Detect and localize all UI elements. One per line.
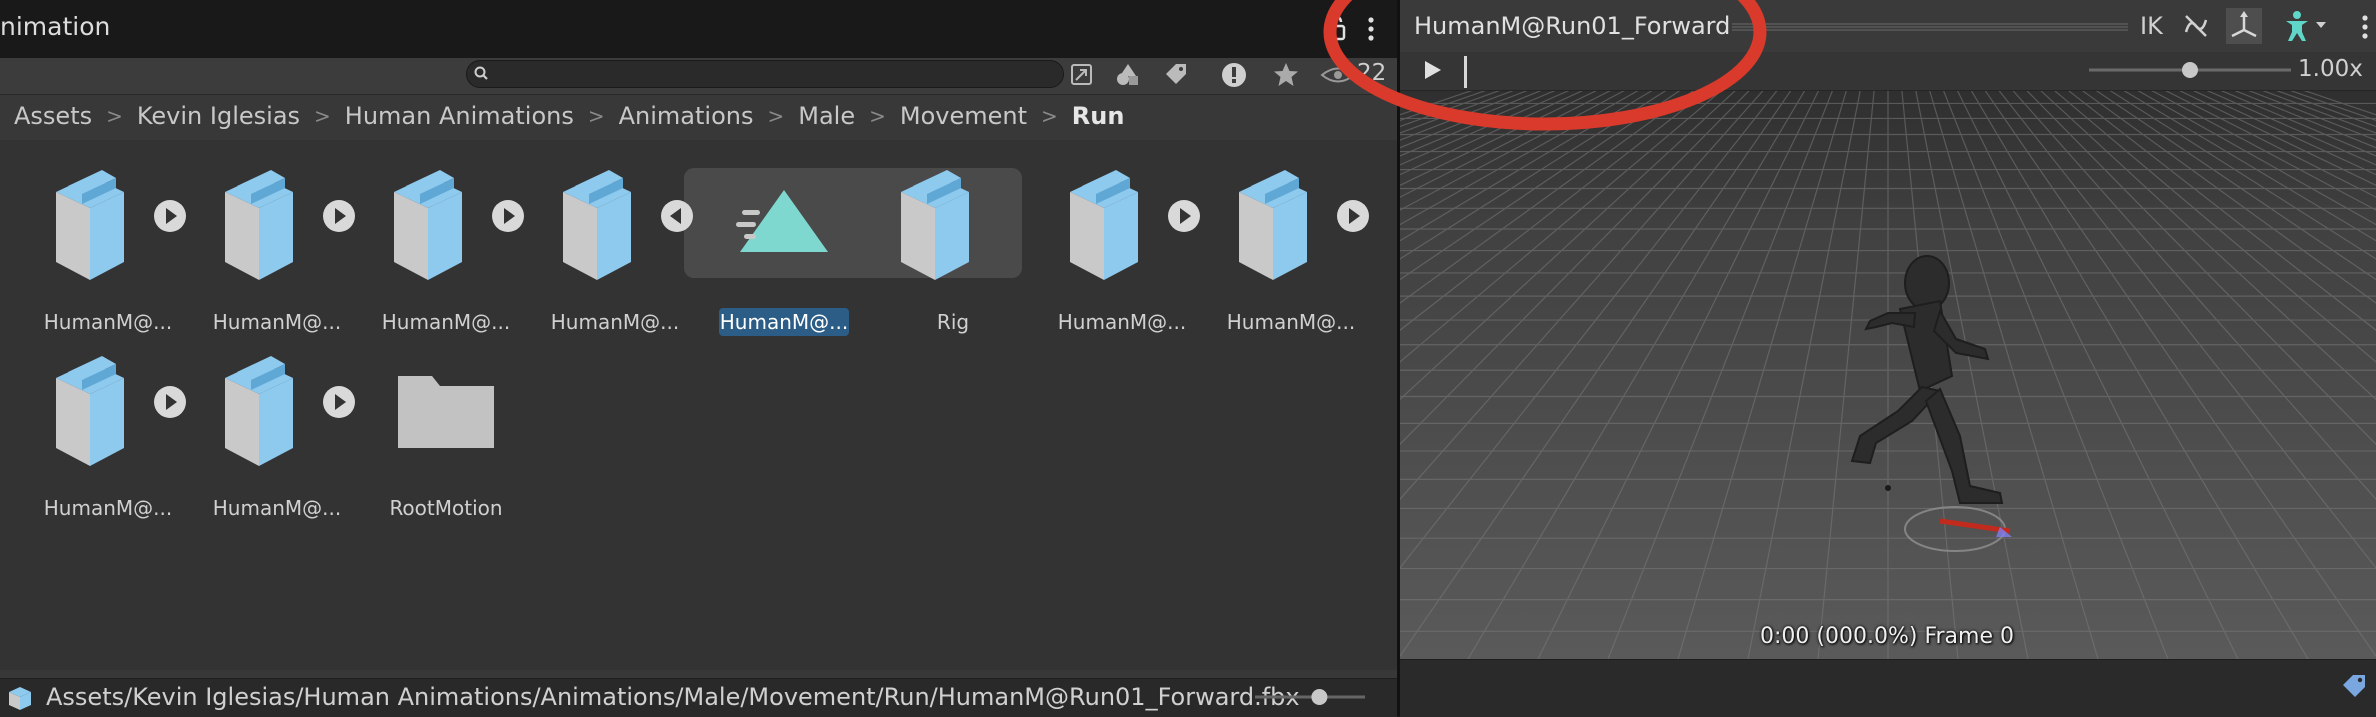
asset-label: HumanM@... (1057, 310, 1187, 334)
asset-item[interactable]: Rig (873, 162, 1033, 334)
playback-speed-slider[interactable] (2085, 60, 2295, 80)
asset-label-selected: HumanM@... (719, 308, 849, 336)
expand-arrow-right-icon[interactable] (490, 198, 526, 234)
asset-item[interactable]: HumanM@... (535, 162, 695, 334)
expand-arrow-right-icon[interactable] (1166, 198, 1202, 234)
asset-label: Rig (936, 310, 970, 334)
red-annotation-circle (1323, 0, 1767, 131)
model-prefab-icon (9, 687, 31, 710)
project-tab-title[interactable]: nimation (0, 12, 110, 41)
asset-item[interactable]: RootMotion (366, 348, 526, 520)
playback-speed-value: 1.00x (2298, 56, 2363, 82)
frame-readout: 0:00 (000.0%) Frame 0 (1760, 624, 2014, 649)
search-by-label-icon[interactable] (1160, 60, 1192, 90)
asset-item[interactable]: HumanM@... (1211, 162, 1371, 334)
asset-item[interactable]: HumanM@... (197, 348, 357, 520)
more-options-icon[interactable] (2355, 12, 2375, 42)
model-prefab-icon (901, 170, 969, 280)
asset-label: HumanM@... (212, 496, 342, 520)
breadcrumb-item-male[interactable]: Male (798, 102, 855, 130)
expand-arrow-right-icon[interactable] (152, 198, 188, 234)
ik-toggle[interactable]: IK (2140, 12, 2163, 40)
breadcrumb-item-assets[interactable]: Assets (14, 102, 92, 130)
asset-item-selected[interactable]: HumanM@... (704, 162, 864, 336)
breadcrumb-item-run[interactable]: Run (1072, 102, 1125, 130)
asset-item[interactable]: HumanM@... (28, 348, 188, 520)
search-by-type-icon[interactable] (1112, 60, 1144, 90)
asset-label-tag-icon[interactable] (2340, 672, 2368, 700)
breadcrumb-item-animations[interactable]: Animations (619, 102, 754, 130)
avatar-humanoid-icon[interactable] (2280, 8, 2330, 44)
pivot-toggle-icon[interactable] (2226, 8, 2262, 44)
asset-item[interactable]: HumanM@... (28, 162, 188, 334)
selected-asset-path: Assets/Kevin Iglesias/Human Animations/A… (46, 683, 1300, 711)
asset-item[interactable]: HumanM@... (1042, 162, 1202, 334)
open-in-window-icon[interactable] (1066, 60, 1098, 90)
preview-footer (1400, 659, 2376, 717)
asset-item[interactable]: HumanM@... (366, 162, 526, 334)
log-filter-icon[interactable] (1218, 60, 1250, 90)
search-icon (474, 66, 488, 80)
breadcrumb-item-kevin-iglesias[interactable]: Kevin Iglesias (137, 102, 300, 130)
asset-label: RootMotion (389, 496, 503, 520)
animation-clip-icon (736, 190, 828, 252)
mirror-toggle-icon[interactable] (2178, 8, 2214, 44)
expand-arrow-right-icon[interactable] (321, 384, 357, 420)
expand-arrow-right-icon[interactable] (152, 384, 188, 420)
chevron-right-icon: > (587, 104, 605, 128)
chevron-right-icon: > (767, 104, 785, 128)
favorites-star-icon[interactable] (1270, 60, 1302, 90)
expand-arrow-right-icon[interactable] (321, 198, 357, 234)
breadcrumb-item-movement[interactable]: Movement (900, 102, 1027, 130)
drag-handle-lines[interactable] (1732, 22, 2128, 32)
collapse-arrow-left-icon[interactable] (659, 198, 695, 234)
chevron-right-icon: > (106, 104, 123, 128)
asset-label: HumanM@... (1226, 310, 1356, 334)
breadcrumb-item-human-animations[interactable]: Human Animations (345, 102, 574, 130)
asset-label: HumanM@... (43, 310, 173, 334)
asset-label: HumanM@... (381, 310, 511, 334)
folder-icon (398, 376, 494, 448)
chevron-right-icon: > (869, 104, 886, 128)
preview-viewport[interactable] (1400, 91, 2376, 659)
breadcrumb: Assets > Kevin Iglesias > Human Animatio… (14, 100, 1124, 132)
asset-label: HumanM@... (43, 496, 173, 520)
asset-label: HumanM@... (212, 310, 342, 334)
chevron-right-icon: > (314, 104, 331, 128)
expand-arrow-right-icon[interactable] (1335, 198, 1371, 234)
asset-item[interactable]: HumanM@... (197, 162, 357, 334)
project-titlebar (0, 0, 1397, 59)
thumbnail-size-slider[interactable] (1255, 684, 1365, 710)
search-input[interactable] (466, 60, 1064, 88)
chevron-right-icon: > (1040, 104, 1058, 128)
asset-label: HumanM@... (550, 310, 680, 334)
